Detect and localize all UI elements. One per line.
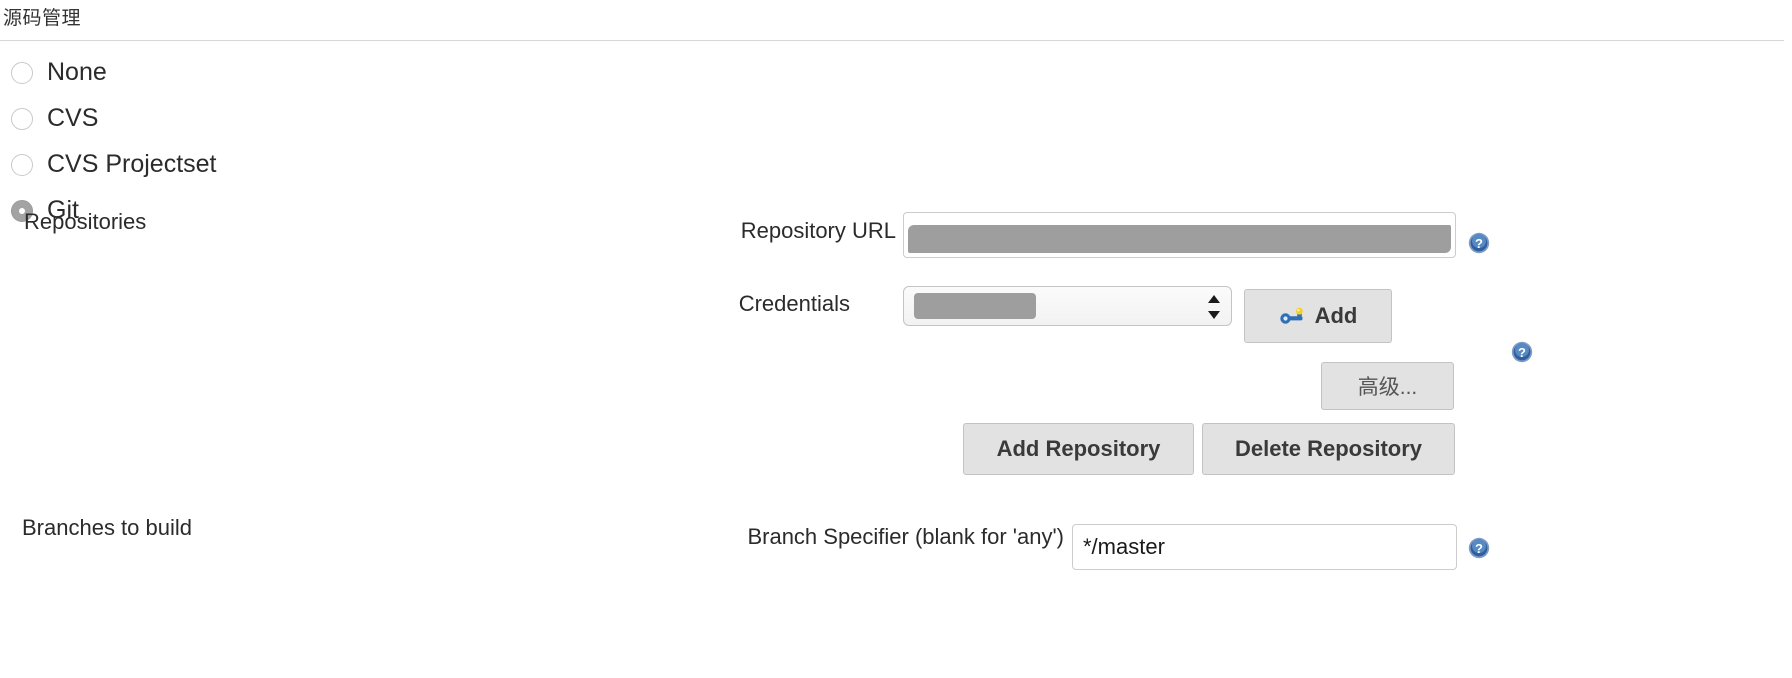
key-icon xyxy=(1279,307,1303,324)
add-repository-label: Add Repository xyxy=(996,436,1161,461)
radio-option-none[interactable]: None xyxy=(0,52,700,98)
repositories-caption: Repositories xyxy=(24,209,147,234)
redacted-credentials-value xyxy=(914,293,1036,319)
add-credential-label: Add xyxy=(1314,303,1358,328)
delete-repository-label: Delete Repository xyxy=(1234,436,1423,461)
branches-to-build-caption: Branches to build xyxy=(22,515,192,540)
radio-mark-none[interactable] xyxy=(11,62,33,84)
section-header: 源码管理 xyxy=(0,0,1792,44)
advanced-button[interactable]: 高级... xyxy=(1321,362,1454,410)
radio-option-cvs-projectset[interactable]: CVS Projectset xyxy=(0,144,700,190)
page-title: 源码管理 xyxy=(3,8,82,29)
radio-label-cvs: CVS xyxy=(47,104,99,132)
repository-url-input[interactable] xyxy=(903,212,1456,258)
redacted-repository-url-value xyxy=(908,225,1451,253)
header-divider xyxy=(0,40,1784,41)
chevron-updown-icon[interactable] xyxy=(1208,295,1220,319)
radio-label-none: None xyxy=(47,58,107,86)
svg-text:?: ? xyxy=(1518,345,1526,360)
svg-text:?: ? xyxy=(1475,541,1483,556)
svg-text:?: ? xyxy=(1475,236,1483,251)
delete-repository-button[interactable]: Delete Repository xyxy=(1202,423,1455,475)
radio-mark-cvs[interactable] xyxy=(11,108,33,130)
add-credential-button[interactable]: Add xyxy=(1244,289,1392,343)
help-icon-branch-specifier[interactable]: ? xyxy=(1468,537,1490,559)
help-icon-advanced[interactable]: ? xyxy=(1511,341,1533,363)
add-repository-button[interactable]: Add Repository xyxy=(963,423,1194,475)
credentials-select[interactable] xyxy=(903,286,1232,326)
branch-specifier-input[interactable]: */master xyxy=(1072,524,1457,570)
credentials-label: Credentials xyxy=(738,291,850,316)
advanced-button-label: 高级... xyxy=(1357,376,1418,399)
radio-label-cvs-projectset: CVS Projectset xyxy=(47,150,217,178)
repository-url-label: Repository URL xyxy=(740,218,896,243)
help-icon-repository-url[interactable]: ? xyxy=(1468,232,1490,254)
radio-mark-cvs-projectset[interactable] xyxy=(11,154,33,176)
branch-specifier-label: Branch Specifier (blank for 'any') xyxy=(747,524,1064,549)
radio-option-cvs[interactable]: CVS xyxy=(0,98,700,144)
